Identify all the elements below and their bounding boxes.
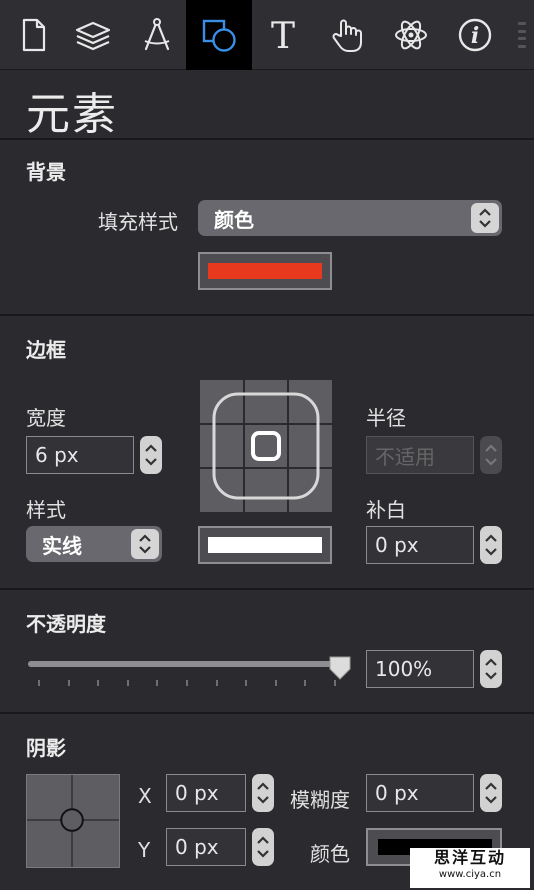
border-section-label: 边框 [26, 338, 66, 362]
inspector-toolbar: T i [0, 0, 534, 70]
border-width-input[interactable]: 6 px [26, 436, 134, 474]
slider-tick [334, 680, 336, 686]
border-sides-selector[interactable] [200, 380, 332, 512]
document-icon [22, 18, 46, 52]
fill-color-well[interactable] [198, 252, 332, 290]
shadow-x-label: X [138, 784, 152, 808]
watermark-url: www.ciya.cn [438, 869, 502, 880]
shadow-blur-label: 模糊度 [290, 788, 350, 812]
divider [0, 138, 534, 140]
border-color-well[interactable] [198, 526, 332, 564]
slider-tick [215, 680, 218, 686]
opacity-slider-thumb[interactable] [328, 655, 352, 681]
watermark-main: 思洋互动 [433, 848, 506, 867]
slider-tick [67, 680, 70, 686]
shadow-blur-stepper[interactable] [480, 774, 502, 812]
tool-code[interactable] [378, 0, 444, 70]
divider [0, 712, 534, 714]
hand-pointer-icon [332, 19, 362, 52]
padding-label: 补白 [366, 498, 406, 522]
border-style-label: 样式 [26, 498, 66, 522]
select-arrows-icon [131, 529, 159, 559]
border-color-swatch [208, 537, 322, 553]
padding-input[interactable]: 0 px [366, 526, 474, 564]
divider [0, 314, 534, 316]
radius-label: 半径 [366, 406, 406, 430]
border-width-label: 宽度 [26, 406, 66, 430]
tool-shapes[interactable] [186, 0, 252, 70]
border-width-stepper[interactable] [140, 436, 162, 474]
tool-metrics[interactable] [124, 0, 190, 70]
shapes-icon [202, 19, 236, 52]
divider [0, 588, 534, 590]
fill-style-label: 填充样式 [98, 210, 178, 234]
tool-info[interactable]: i [442, 0, 508, 70]
shadow-x-stepper[interactable] [252, 774, 274, 812]
slider-tick [97, 680, 100, 686]
tool-interactions[interactable] [314, 0, 380, 70]
fill-style-value: 颜色 [214, 207, 254, 232]
svg-text:T: T [271, 16, 295, 55]
slider-tick [156, 680, 159, 686]
shadow-y-stepper[interactable] [252, 828, 274, 866]
slider-tick [304, 680, 307, 686]
compass-icon [144, 18, 170, 51]
slider-tick [126, 680, 129, 686]
shadow-offset-pad[interactable] [26, 774, 120, 868]
border-sides-icon [200, 380, 332, 512]
opacity-slider-track[interactable] [28, 661, 344, 667]
opacity-section-label: 不透明度 [26, 612, 106, 636]
padding-stepper[interactable] [480, 526, 502, 564]
text-icon: T [271, 16, 295, 55]
slider-tick [245, 680, 248, 686]
opacity-slider-fill [28, 661, 344, 667]
panel-title: 元素 [26, 89, 118, 140]
fill-style-select[interactable]: 颜色 [198, 200, 502, 236]
border-style-value: 实线 [42, 533, 82, 558]
opacity-input[interactable]: 100% [366, 650, 474, 688]
tool-document[interactable] [0, 0, 66, 70]
atom-icon [395, 20, 427, 50]
shadow-y-input[interactable]: 0 px [166, 828, 246, 866]
shadow-color-label: 颜色 [310, 842, 350, 866]
toolbar-grip-icon[interactable] [518, 22, 526, 48]
shadow-section-label: 阴影 [26, 736, 66, 760]
slider-tick [186, 680, 188, 686]
radius-input: 不适用 [366, 436, 474, 474]
tool-text[interactable]: T [250, 0, 316, 70]
fill-color-swatch [208, 263, 322, 279]
radius-stepper [480, 436, 502, 474]
border-style-select[interactable]: 实线 [26, 526, 162, 562]
select-arrows-icon [471, 203, 499, 233]
info-icon: i [458, 18, 492, 52]
svg-text:i: i [471, 23, 479, 49]
shadow-offset-icon [27, 775, 119, 867]
slider-tick [274, 680, 277, 686]
shadow-y-label: Y [138, 838, 151, 862]
background-section-label: 背景 [26, 160, 66, 184]
shadow-blur-input[interactable]: 0 px [366, 774, 474, 812]
shadow-x-input[interactable]: 0 px [166, 774, 246, 812]
opacity-stepper[interactable] [480, 650, 502, 688]
watermark: 思洋互动 www.ciya.cn [410, 848, 530, 888]
tool-layers[interactable] [60, 0, 126, 70]
slider-tick [38, 680, 40, 686]
layers-icon [75, 21, 111, 51]
